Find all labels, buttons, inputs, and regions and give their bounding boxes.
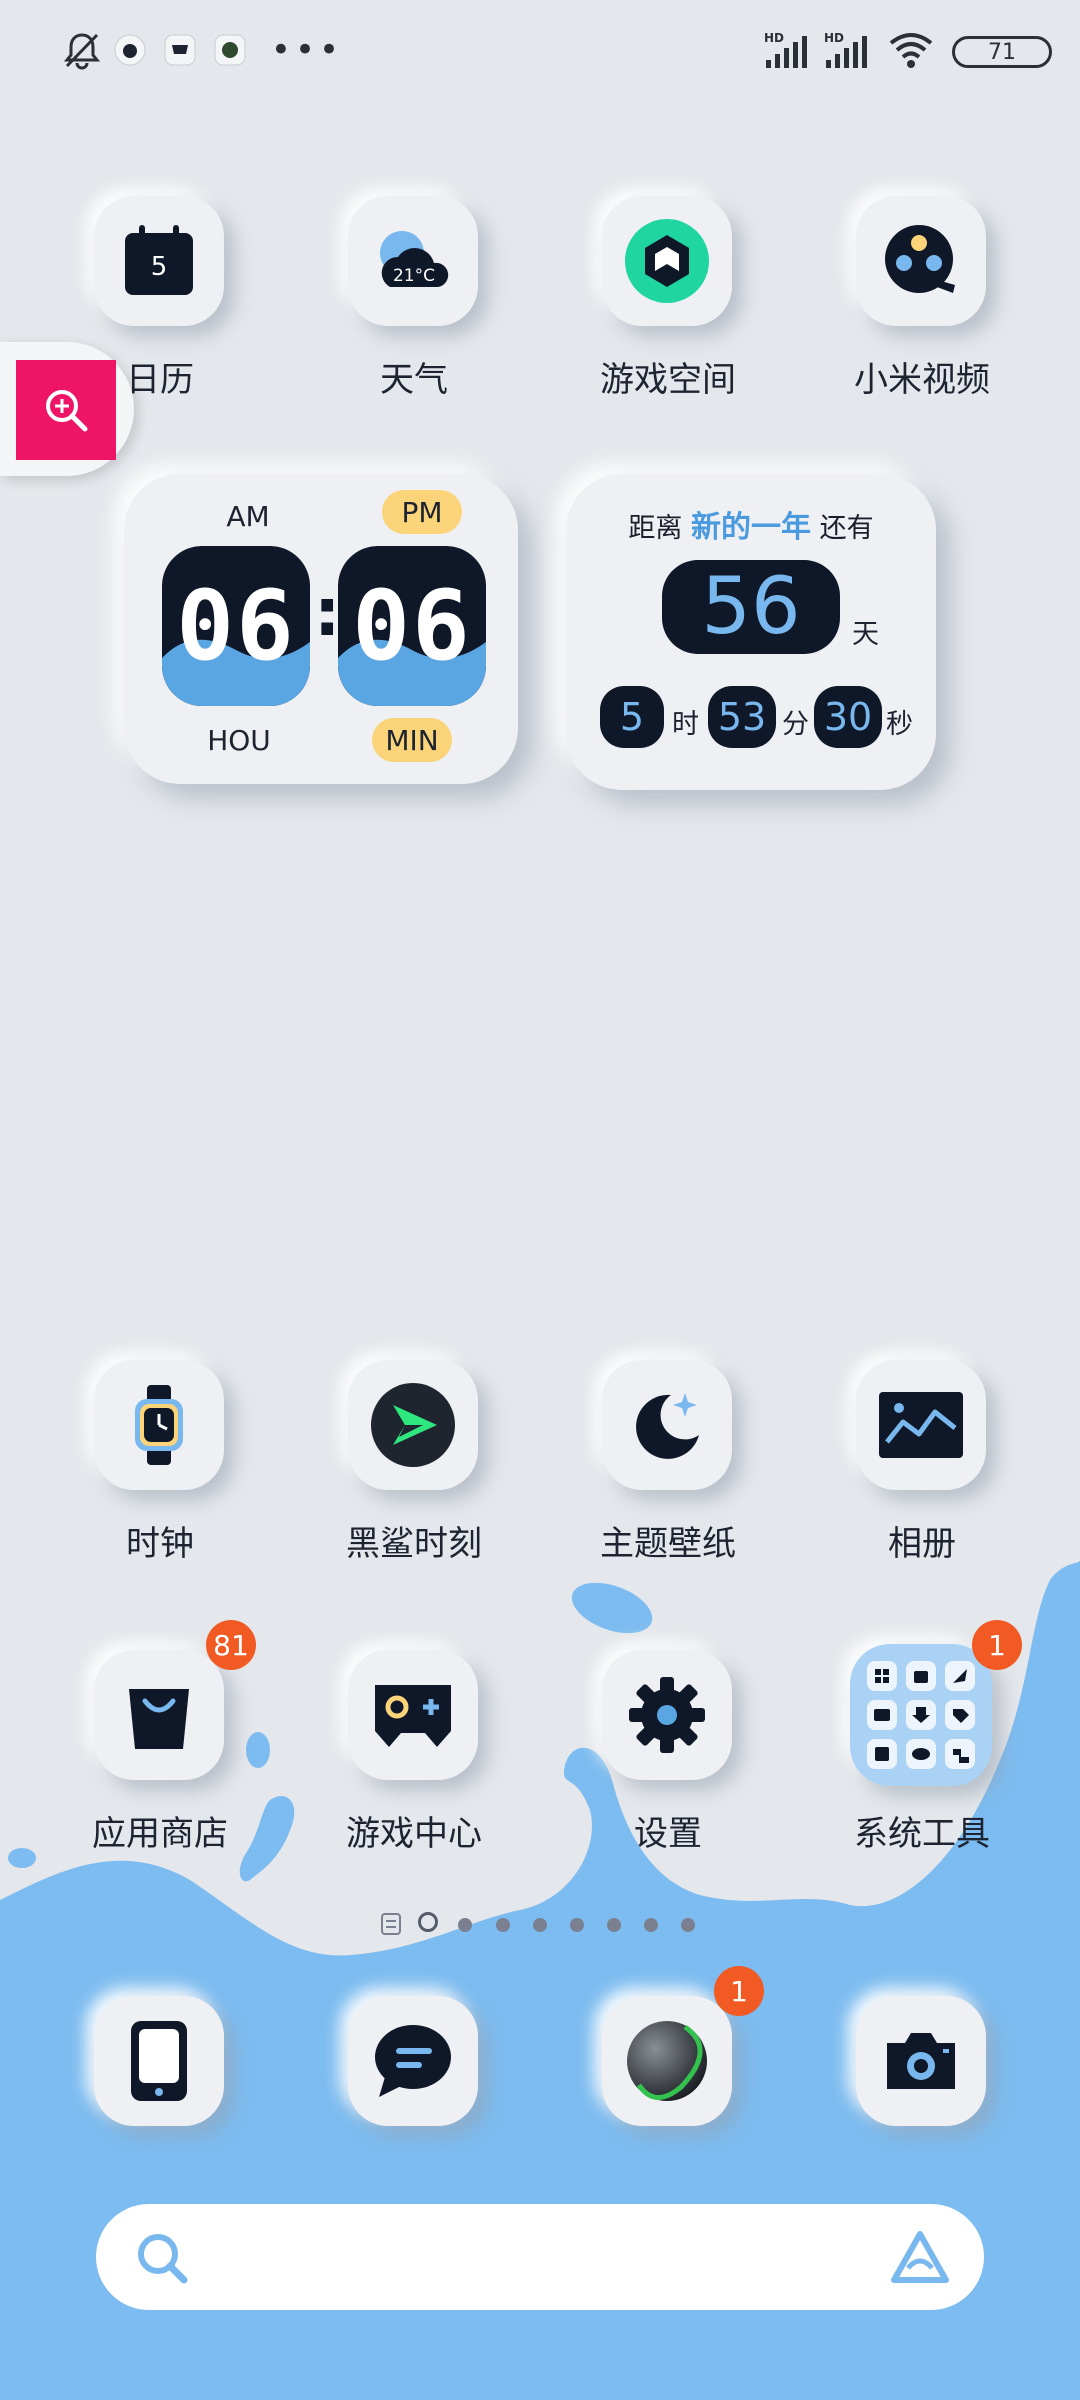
app-label: 黑鲨时刻 (346, 1524, 482, 1564)
camera-icon (856, 1996, 986, 2126)
app-themes[interactable]: 主题壁纸 (568, 1360, 768, 1580)
shopping-bag-icon (94, 1650, 224, 1780)
video-reel-icon (856, 196, 986, 326)
black-shark-icon (348, 1360, 478, 1490)
weather-temp: 21°C (393, 266, 435, 286)
page-dot[interactable] (681, 1918, 695, 1932)
calendar-icon: 5 (94, 196, 224, 326)
app-settings[interactable]: 设置 (568, 1650, 768, 1870)
countdown-minutes: 53 (708, 686, 776, 748)
minutes-display: 06 (338, 546, 486, 706)
notification-badge: 1 (972, 1620, 1022, 1670)
svg-text:HD: HD (824, 31, 844, 45)
countdown-highlight: 新的一年 (691, 510, 811, 545)
countdown-suffix: 还有 (819, 513, 874, 544)
app-clock[interactable]: 时钟 (60, 1360, 260, 1580)
dock-messages[interactable] (314, 1996, 514, 2136)
minutes-value: 06 (352, 570, 472, 682)
countdown-prefix: 距离 (628, 513, 683, 544)
countdown-widget[interactable]: 距离 新的一年 还有 56 天 5 时 53 分 30 秒 (566, 474, 936, 790)
countdown-days: 56 (662, 560, 840, 654)
app-label: 小米视频 (854, 360, 990, 400)
countdown-seconds: 30 (814, 686, 882, 748)
wifi-icon (886, 28, 936, 72)
app-gallery[interactable]: 相册 (822, 1360, 1022, 1580)
calendar-day: 5 (151, 252, 168, 282)
hours-unit: 时 (672, 709, 699, 740)
dock-browser[interactable]: 1 (568, 1966, 768, 2136)
page-dot[interactable] (570, 1918, 584, 1932)
search-icon[interactable] (134, 2230, 190, 2286)
app-label: 相册 (888, 1524, 956, 1564)
app-system-tools[interactable]: 1 系统工具 (822, 1620, 1022, 1870)
gallery-icon (856, 1360, 986, 1490)
floating-zoom-ball[interactable] (0, 342, 134, 476)
svg-text:HD: HD (764, 31, 784, 45)
notification-badge: 81 (206, 1620, 256, 1670)
zoom-in-icon[interactable] (16, 360, 116, 460)
search-bar[interactable] (96, 2204, 984, 2310)
dock-phone[interactable] (60, 1996, 260, 2136)
app-label: 天气 (380, 360, 448, 400)
app-label: 系统工具 (854, 1814, 990, 1854)
signal-2-icon: HD (822, 28, 874, 72)
app-notification-icon (112, 28, 148, 72)
countdown-hours: 5 (600, 686, 664, 748)
folder-grid-icon (850, 1644, 992, 1786)
gear-icon (602, 1650, 732, 1780)
assistant-icon[interactable] (890, 2230, 950, 2286)
watch-icon (94, 1360, 224, 1490)
status-bar: ••• HD HD 71 (0, 0, 1080, 100)
min-label: MIN (372, 718, 452, 762)
app-weather[interactable]: 21°C 天气 (314, 196, 514, 416)
app-game-space[interactable]: 游戏空间 (568, 196, 768, 416)
app-label: 游戏中心 (346, 1814, 482, 1854)
page-dot[interactable] (496, 1918, 510, 1932)
feed-page-icon[interactable] (380, 1912, 402, 1936)
phone-icon (94, 1996, 224, 2126)
game-space-icon (602, 196, 732, 326)
more-notifications-icon: ••• (270, 30, 344, 70)
app-label: 时钟 (126, 1524, 194, 1564)
page-dot[interactable] (533, 1918, 547, 1932)
seconds-unit: 秒 (886, 709, 913, 740)
hours-display: 06 (162, 546, 310, 706)
clock-widget[interactable]: AM PM 06 : 06 HOU MIN (124, 474, 518, 784)
page-dot[interactable] (458, 1918, 472, 1932)
app-label: 应用商店 (92, 1814, 228, 1854)
battery-indicator: 71 (952, 36, 1052, 68)
hours-value: 06 (176, 570, 296, 682)
page-dot-active[interactable] (418, 1912, 438, 1932)
notification-badge: 1 (714, 1966, 764, 2016)
signal-1-icon: HD (762, 28, 814, 72)
weather-icon: 21°C (348, 196, 478, 326)
page-dot[interactable] (644, 1918, 658, 1932)
browser-icon (602, 1996, 732, 2126)
page-dot[interactable] (607, 1918, 621, 1932)
app-label: 主题壁纸 (600, 1524, 736, 1564)
message-icon (348, 1996, 478, 2126)
camera-notification-icon (212, 28, 248, 72)
days-unit: 天 (852, 619, 879, 650)
app-label: 设置 (634, 1814, 702, 1854)
app-black-shark[interactable]: 黑鲨时刻 (314, 1360, 514, 1580)
pm-label: PM (382, 490, 462, 534)
hour-label: HOU (207, 724, 271, 757)
gamepad-icon (348, 1650, 478, 1780)
moon-star-icon (602, 1360, 732, 1490)
app-mi-video[interactable]: 小米视频 (822, 196, 1022, 416)
minutes-unit: 分 (782, 709, 809, 740)
dock-camera[interactable] (822, 1996, 1022, 2136)
countdown-title: 距离 新的一年 还有 (566, 502, 936, 546)
app-game-center[interactable]: 游戏中心 (314, 1650, 514, 1870)
app-label: 游戏空间 (600, 360, 736, 400)
am-label: AM (226, 500, 270, 533)
shopping-notification-icon (162, 28, 198, 72)
app-store[interactable]: 81 应用商店 (60, 1620, 260, 1870)
bell-off-icon (60, 28, 104, 72)
time-colon: : (314, 574, 341, 651)
